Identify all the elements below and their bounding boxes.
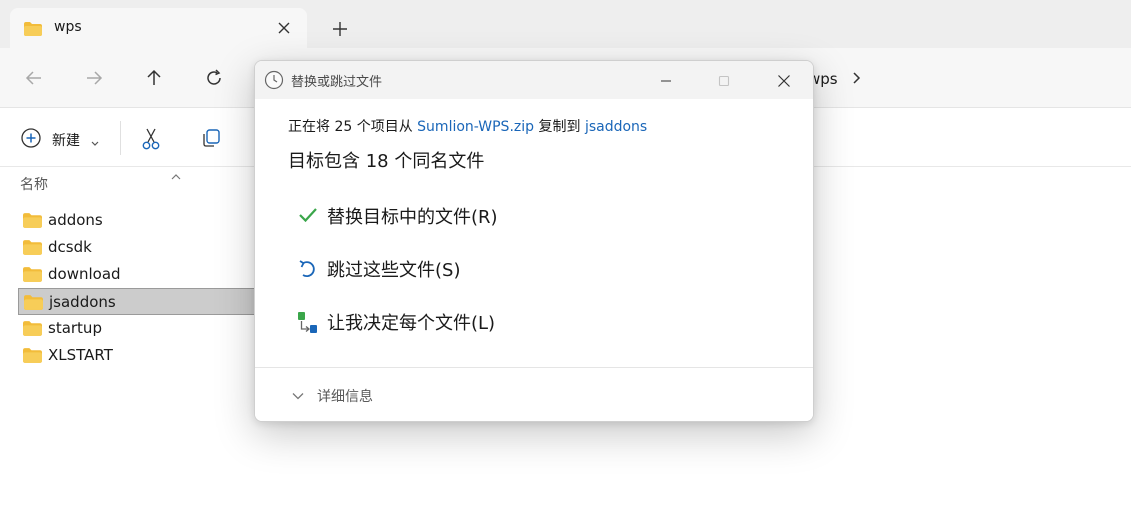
refresh-icon[interactable] — [204, 68, 224, 88]
back-arrow-icon[interactable] — [24, 68, 44, 88]
column-header-name[interactable]: 名称 — [20, 174, 48, 194]
file-name: startup — [48, 319, 102, 337]
source-link[interactable]: Sumlion-WPS.zip — [417, 119, 534, 135]
replace-or-skip-dialog: 替换或跳过文件 正在将 25 个项目从 Sumlion-WPS.zip 复制到 … — [254, 60, 814, 422]
add-circle-icon — [20, 127, 42, 153]
new-tab-icon[interactable] — [330, 19, 350, 39]
skip-option-label: 跳过这些文件(S) — [327, 260, 461, 281]
file-name: dcsdk — [48, 238, 92, 256]
replace-option[interactable]: 替换目标中的文件(R) — [297, 199, 767, 231]
folder-icon — [23, 240, 42, 259]
destination-link[interactable]: jsaddons — [585, 119, 647, 135]
list-item[interactable]: XLSTART — [18, 342, 258, 369]
compare-files-icon — [297, 311, 319, 339]
separator — [120, 121, 121, 155]
list-item[interactable]: startup — [18, 315, 258, 342]
folder-icon — [23, 213, 42, 232]
chevron-down-icon — [90, 133, 100, 152]
copy-status-text: 正在将 25 个项目从 Sumlion-WPS.zip 复制到 jsaddons — [288, 116, 647, 136]
tab-title: wps — [54, 19, 82, 35]
clock-icon — [264, 70, 284, 94]
chevron-right-icon[interactable] — [850, 70, 864, 86]
file-name: addons — [48, 211, 103, 229]
decide-option[interactable]: 让我决定每个文件(L) — [297, 305, 767, 337]
dialog-body: 正在将 25 个项目从 Sumlion-WPS.zip 复制到 jsaddons… — [255, 99, 813, 367]
sort-ascending-icon — [170, 166, 182, 185]
skip-option[interactable]: 跳过这些文件(S) — [297, 252, 767, 284]
copy-prefix: 正在将 25 个项目从 — [288, 119, 418, 135]
conflict-heading: 目标包含 18 个同名文件 — [288, 151, 485, 172]
minimize-icon[interactable] — [656, 71, 676, 91]
forward-arrow-icon[interactable] — [84, 68, 104, 88]
folder-icon — [23, 348, 42, 367]
dialog-titlebar[interactable]: 替换或跳过文件 — [255, 61, 813, 99]
dialog-title: 替换或跳过文件 — [291, 75, 383, 90]
more-details-toggle[interactable]: 详细信息 — [317, 386, 373, 406]
list-item[interactable]: addons — [18, 207, 258, 234]
tab-wps[interactable]: wps — [10, 8, 307, 48]
dialog-footer: 详细信息 — [255, 367, 813, 421]
file-name: download — [48, 265, 121, 283]
close-icon[interactable] — [774, 71, 794, 91]
tab-strip: wps — [0, 0, 1131, 48]
undo-icon — [297, 258, 319, 284]
close-tab-icon[interactable] — [276, 20, 292, 36]
folder-icon — [24, 21, 42, 40]
maximize-icon — [714, 71, 734, 91]
file-list: addons dcsdk download jsaddons startup X… — [18, 207, 258, 369]
folder-icon — [24, 295, 43, 314]
file-name: XLSTART — [48, 346, 113, 364]
copy-middle: 复制到 — [534, 119, 585, 135]
cut-icon[interactable] — [140, 127, 162, 155]
chevron-down-icon[interactable] — [291, 388, 305, 407]
list-item[interactable]: dcsdk — [18, 234, 258, 261]
folder-icon — [23, 321, 42, 340]
copy-icon[interactable] — [200, 127, 222, 153]
folder-icon — [23, 267, 42, 286]
list-item[interactable]: download — [18, 261, 258, 288]
decide-option-label: 让我决定每个文件(L) — [327, 313, 496, 334]
up-arrow-icon[interactable] — [144, 68, 164, 88]
new-button-label: 新建 — [52, 133, 80, 149]
file-name: jsaddons — [49, 293, 116, 311]
list-item-selected[interactable]: jsaddons — [18, 288, 258, 315]
replace-option-label: 替换目标中的文件(R) — [327, 207, 498, 228]
check-icon — [297, 205, 319, 229]
